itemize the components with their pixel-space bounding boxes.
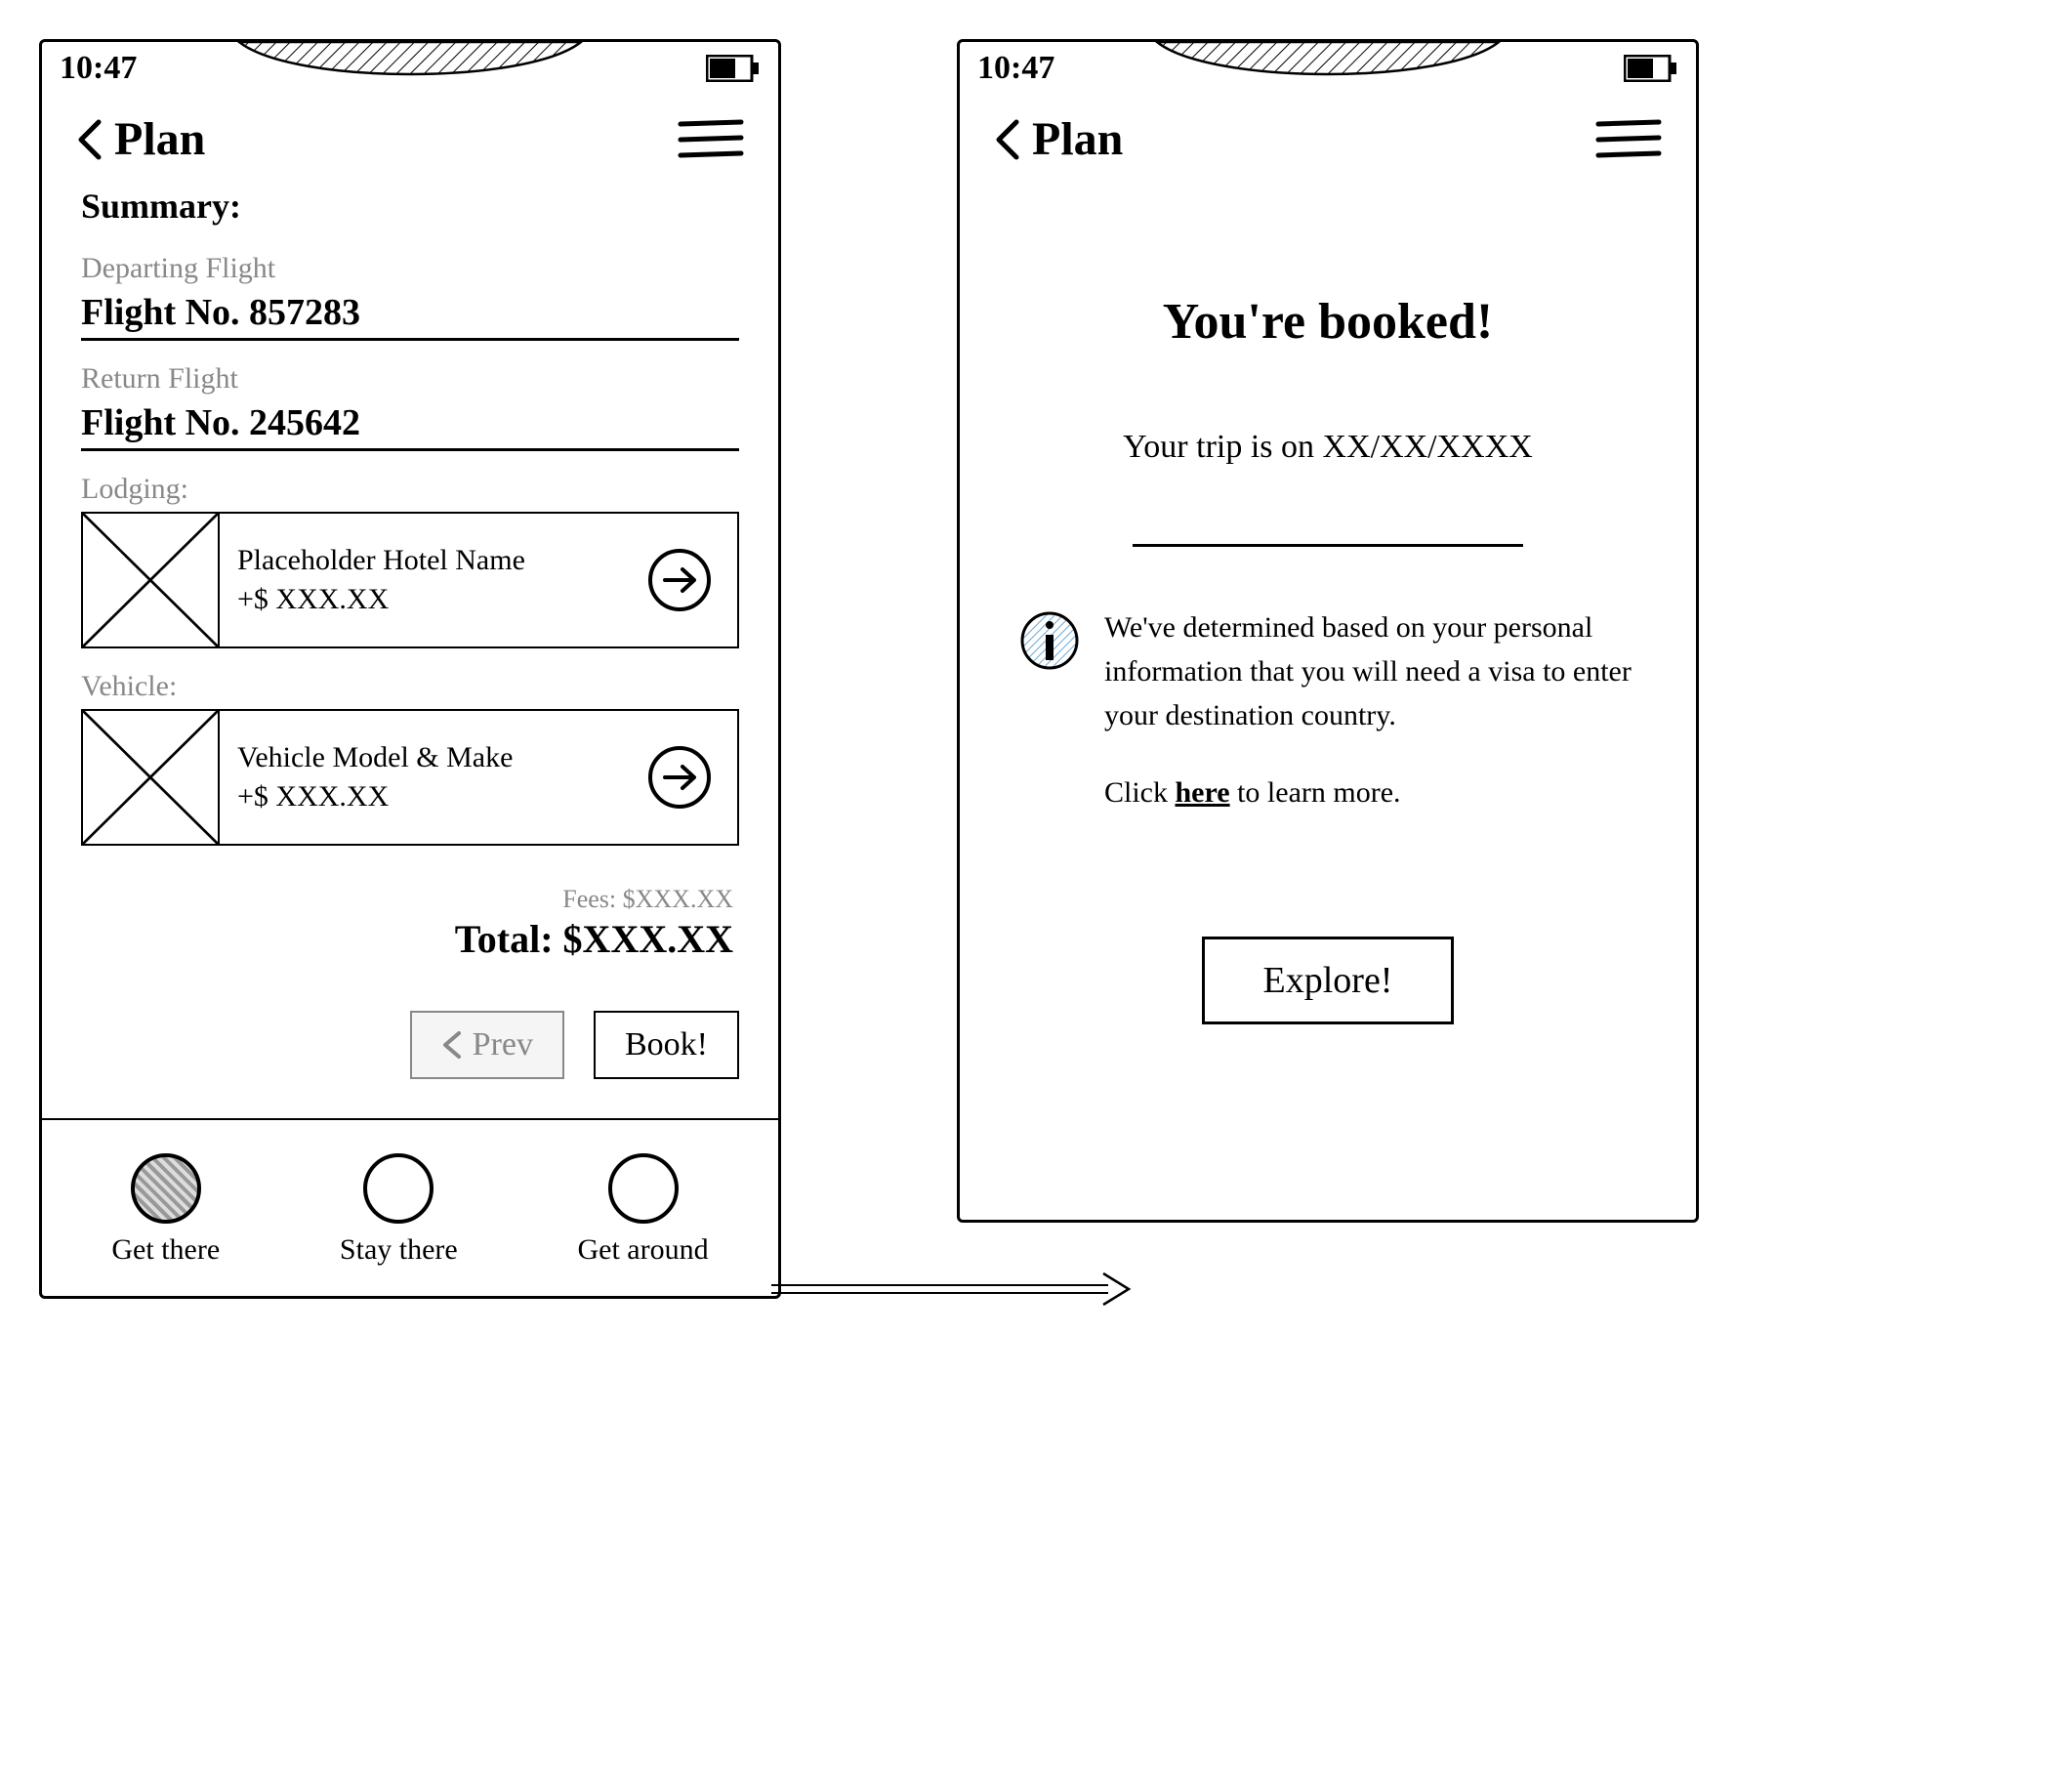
status-bar: 10:47: [42, 42, 778, 91]
status-time: 10:47: [977, 50, 1054, 87]
prev-button-label: Prev: [473, 1026, 533, 1063]
vehicle-price: +$ XXX.XX: [237, 777, 628, 817]
tab-label: Stay there: [340, 1233, 458, 1267]
summary-heading: Summary:: [81, 186, 739, 227]
tab-indicator-icon: [608, 1153, 679, 1224]
vehicle-card[interactable]: Vehicle Model & Make +$ XXX.XX: [81, 709, 739, 846]
tab-label: Get there: [111, 1233, 220, 1267]
flow-arrow-icon: [771, 1270, 1133, 1309]
visa-info-text: We've determined based on your personal …: [1104, 605, 1637, 737]
vehicle-name: Vehicle Model & Make: [237, 738, 628, 778]
header-title: Plan: [114, 112, 205, 166]
learn-more-prefix: Click: [1104, 776, 1176, 809]
tab-indicator-icon: [131, 1153, 201, 1224]
departing-flight-value: Flight No. 857283: [81, 291, 739, 341]
tab-get-there[interactable]: Get there: [111, 1153, 220, 1267]
trip-date-line: Your trip is on XX/XX/XXXX: [1009, 429, 1647, 466]
notch: [234, 42, 586, 85]
lodging-price: +$ XXX.XX: [237, 580, 628, 620]
tab-stay-there[interactable]: Stay there: [340, 1153, 458, 1267]
total-line: Total: $XXX.XX: [81, 916, 733, 962]
chevron-left-icon: [75, 118, 104, 161]
explore-button[interactable]: Explore!: [1202, 937, 1455, 1024]
tab-indicator-icon: [363, 1153, 434, 1224]
status-time: 10:47: [60, 50, 137, 87]
app-header: Plan: [42, 91, 778, 176]
departing-flight-label: Departing Flight: [81, 252, 739, 285]
image-placeholder-icon: [83, 514, 220, 646]
app-header: Plan: [960, 91, 1696, 176]
chevron-left-icon: [441, 1030, 463, 1060]
image-placeholder-icon: [83, 711, 220, 844]
arrow-right-icon[interactable]: [645, 743, 714, 812]
learn-more-suffix: to learn more.: [1230, 776, 1401, 809]
lodging-card[interactable]: Placeholder Hotel Name +$ XXX.XX: [81, 512, 739, 648]
lodging-name: Placeholder Hotel Name: [237, 541, 628, 581]
prev-button[interactable]: Prev: [410, 1011, 564, 1079]
return-flight-label: Return Flight: [81, 362, 739, 396]
back-button[interactable]: Plan: [993, 112, 1123, 166]
divider: [1133, 544, 1523, 547]
phone-summary-screen: 10:47: [39, 39, 781, 1299]
fees-line: Fees: $XXX.XX: [81, 885, 733, 914]
vehicle-label: Vehicle:: [81, 670, 739, 703]
battery-icon: [706, 55, 761, 82]
menu-button[interactable]: [1594, 116, 1663, 163]
phone-booked-screen: 10:47: [957, 39, 1699, 1223]
learn-more-line: Click here to learn more.: [1009, 776, 1647, 810]
menu-button[interactable]: [677, 116, 745, 163]
book-button[interactable]: Book!: [594, 1011, 739, 1079]
book-button-label: Book!: [625, 1026, 708, 1063]
tab-label: Get around: [577, 1233, 708, 1267]
hamburger-icon: [677, 116, 745, 163]
battery-icon: [1624, 55, 1678, 82]
status-bar: 10:47: [960, 42, 1696, 91]
booked-title: You're booked!: [1009, 293, 1647, 351]
notch: [1152, 42, 1504, 85]
back-button[interactable]: Plan: [75, 112, 205, 166]
lodging-label: Lodging:: [81, 473, 739, 506]
arrow-right-icon[interactable]: [645, 546, 714, 614]
tab-get-around[interactable]: Get around: [577, 1153, 708, 1267]
hamburger-icon: [1594, 116, 1663, 163]
tab-bar: Get there Stay there Get around: [42, 1118, 778, 1296]
return-flight-value: Flight No. 245642: [81, 401, 739, 451]
learn-more-link[interactable]: here: [1176, 776, 1230, 809]
chevron-left-icon: [993, 118, 1022, 161]
header-title: Plan: [1032, 112, 1123, 166]
info-icon: [1018, 609, 1081, 672]
explore-button-label: Explore!: [1263, 960, 1393, 1001]
